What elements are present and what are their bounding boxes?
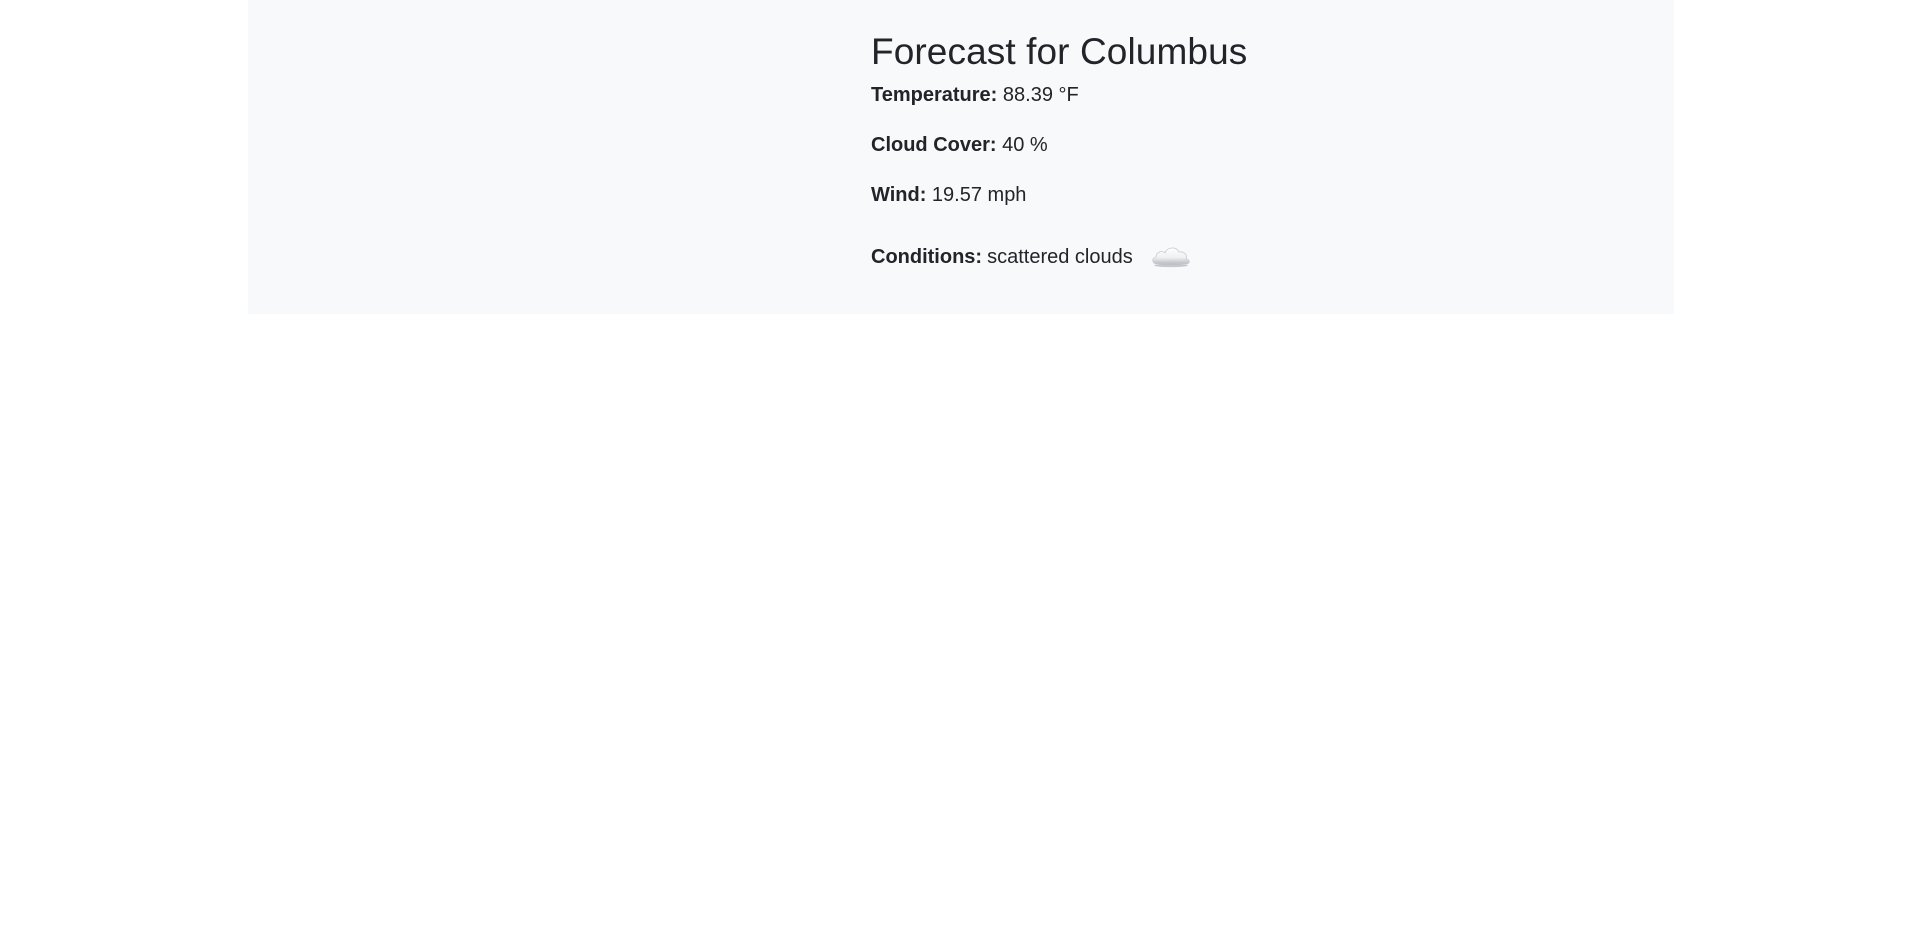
forecast-panel: Forecast for Columbus Temperature: 88.39… xyxy=(248,0,1674,314)
page-title: Forecast for Columbus xyxy=(871,31,1248,72)
conditions-label: Conditions: xyxy=(871,246,983,268)
conditions-value: scattered clouds xyxy=(987,246,1133,268)
cloud-cover-label: Cloud Cover: xyxy=(871,134,997,156)
wind-label: Wind: xyxy=(871,184,927,206)
temperature-value: 88.39 °F xyxy=(1002,84,1079,106)
temperature-label: Temperature: xyxy=(871,84,998,106)
cloud-cover-value: 40 % xyxy=(1002,134,1048,156)
cloud-cover-row: Cloud Cover: 40 % xyxy=(871,132,1571,158)
wind-value: 19.57 mph xyxy=(931,184,1027,206)
temperature-row: Temperature: 88.39 °F xyxy=(871,82,1571,108)
cloud-icon xyxy=(1149,242,1193,268)
conditions-row: Conditions: scattered clouds xyxy=(871,244,1571,270)
wind-row: Wind: 19.57 mph xyxy=(871,182,1571,208)
forecast-content: Forecast for Columbus Temperature: 88.39… xyxy=(871,30,1571,270)
